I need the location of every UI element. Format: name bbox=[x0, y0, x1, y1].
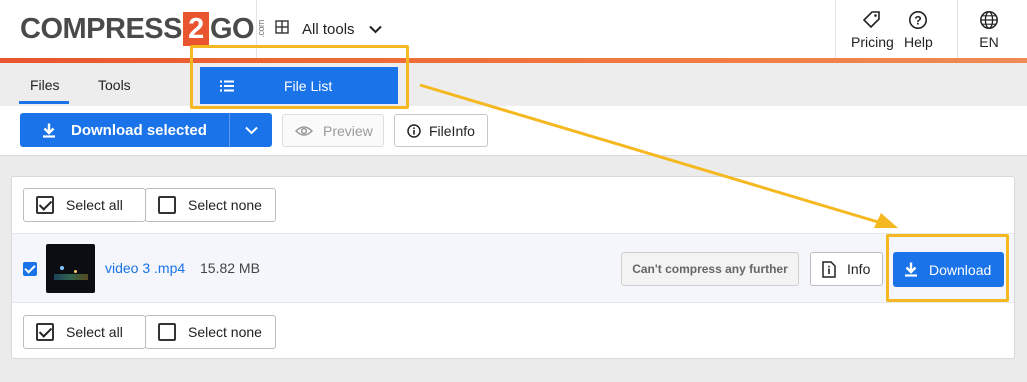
annotation-arrow bbox=[419, 83, 898, 228]
